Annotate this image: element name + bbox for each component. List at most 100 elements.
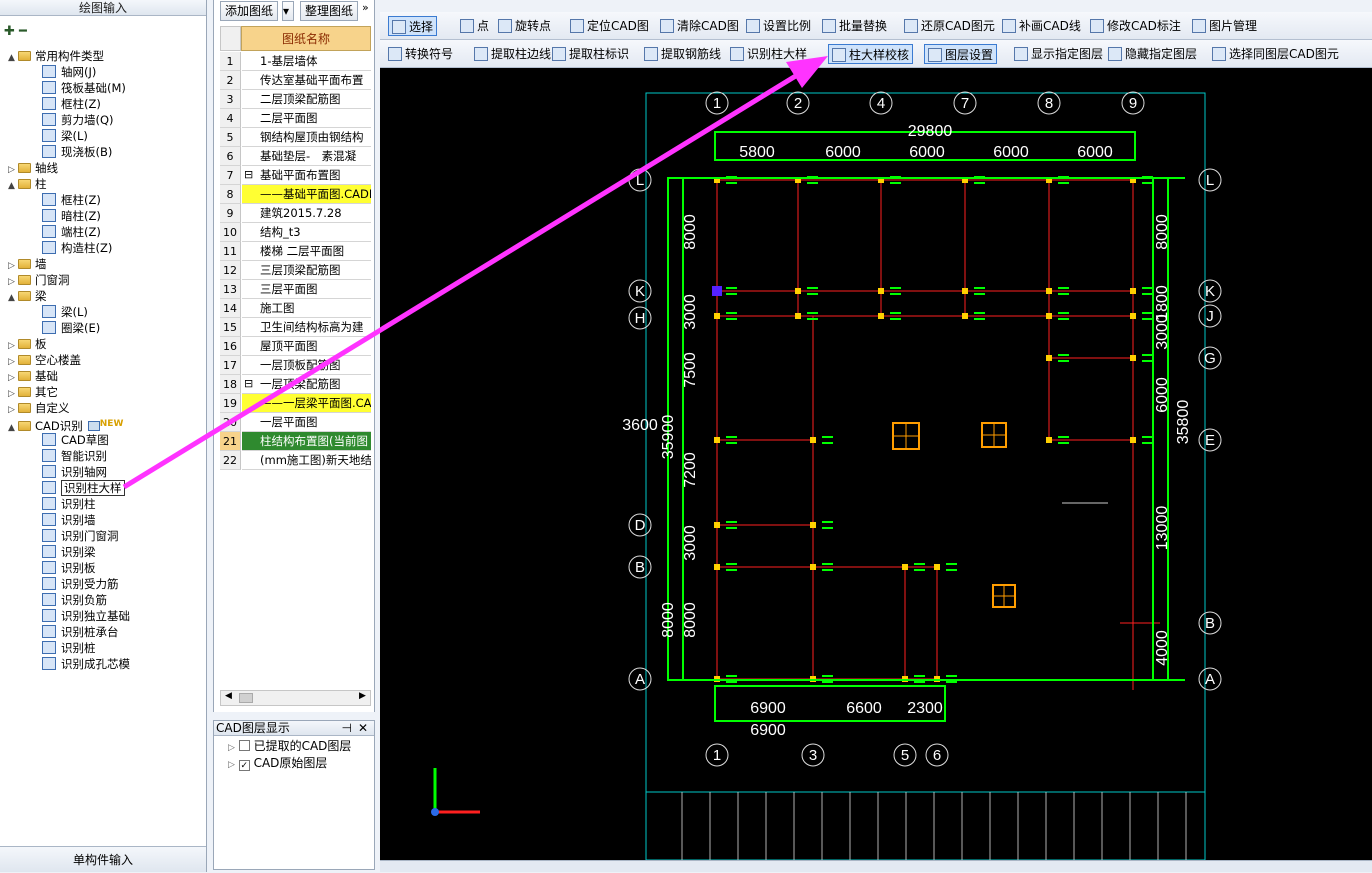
tree-item-24[interactable]: CAD草图 <box>42 432 109 448</box>
tree-item-19[interactable]: ▷ 空心楼盖 <box>8 352 81 368</box>
row-number[interactable]: 1 <box>220 52 241 71</box>
drawing-row[interactable]: 建筑2015.7.28 <box>242 204 371 223</box>
tree-item-4[interactable]: 剪力墙(Q) <box>42 112 114 128</box>
drawing-row[interactable]: ——基础平面图.CADI <box>242 185 371 204</box>
tree-item-15[interactable]: ▲ 梁 <box>8 288 47 304</box>
dropdown-icon[interactable]: ▾ <box>282 1 294 21</box>
expand-icon[interactable]: ▷ <box>228 743 235 753</box>
tool-toolbar1-8[interactable]: 补画CAD线 <box>1002 16 1081 36</box>
single-component-input-tab[interactable]: 单构件输入 <box>0 846 206 872</box>
row-number[interactable]: 2 <box>220 71 241 90</box>
tree-item-32[interactable]: 识别板 <box>42 560 96 576</box>
tree-item-37[interactable]: 识别桩 <box>42 640 96 656</box>
row-number[interactable]: 9 <box>220 204 241 223</box>
drawing-row[interactable]: 基础平面布置图 <box>242 166 371 185</box>
expand-toggle-icon[interactable]: ▲ <box>8 290 18 306</box>
scroll-thumb[interactable] <box>239 693 253 703</box>
row-number[interactable]: 6 <box>220 147 241 166</box>
row-number[interactable]: 13 <box>220 280 241 299</box>
row-number[interactable]: 5 <box>220 128 241 147</box>
drawing-row[interactable]: 楼梯 二层平面图 <box>242 242 371 261</box>
tool-toolbar1-3[interactable]: 定位CAD图 <box>570 16 649 36</box>
row-number[interactable]: 8 <box>220 185 241 204</box>
tree-item-27[interactable]: 识别柱大样 <box>42 480 125 496</box>
tool-toolbar2-6[interactable]: 图层设置 <box>924 44 998 64</box>
row-number[interactable]: 18 <box>220 375 241 394</box>
tool-toolbar1-5[interactable]: 设置比例 <box>746 16 811 36</box>
tool-toolbar2-8[interactable]: 隐藏指定图层 <box>1108 44 1197 64</box>
tree-item-0[interactable]: ▲ 常用构件类型 <box>8 48 104 64</box>
tree-item-26[interactable]: 识别轴网 <box>42 464 107 480</box>
cad-drawing[interactable]: 1 2 4 7 8 91 3 5 6LKHDBALKJGEBA298005800 6000 6000… <box>380 68 1372 860</box>
tool-toolbar2-7[interactable]: 显示指定图层 <box>1014 44 1103 64</box>
drawing-row[interactable]: 三层顶梁配筋图 <box>242 261 371 280</box>
drawing-row[interactable]: ——一层梁平面图.CADI <box>242 394 371 413</box>
close-icon[interactable]: ✕ <box>358 721 368 736</box>
tree-item-5[interactable]: 梁(L) <box>42 128 88 144</box>
tree-item-14[interactable]: ▷ 门窗洞 <box>8 272 70 288</box>
drawing-row[interactable]: 一层顶板配筋图 <box>242 356 371 375</box>
tree-item-34[interactable]: 识别负筋 <box>42 592 107 608</box>
tree-item-18[interactable]: ▷ 板 <box>8 336 47 352</box>
tree-item-9[interactable]: 框柱(Z) <box>42 192 101 208</box>
checkbox-checked[interactable]: ✓ <box>238 760 250 771</box>
row-number[interactable]: 15 <box>220 318 241 337</box>
tree-item-25[interactable]: 智能识别 <box>42 448 107 464</box>
tool-toolbar2-0[interactable]: 转换符号 <box>388 44 453 64</box>
tool-toolbar2-2[interactable]: 提取柱标识 <box>552 44 629 64</box>
row-number[interactable]: 21 <box>220 432 241 451</box>
tool-toolbar1-4[interactable]: 清除CAD图 <box>660 16 739 36</box>
tree-item-7[interactable]: ▷ 轴线 <box>8 160 58 176</box>
row-number[interactable]: 12 <box>220 261 241 280</box>
tool-toolbar2-5[interactable]: 柱大样校核 <box>828 44 914 64</box>
drawing-row[interactable]: 施工图 <box>242 299 371 318</box>
more-icon[interactable]: » <box>362 1 369 14</box>
row-number[interactable]: 22 <box>220 451 241 470</box>
tree-item-6[interactable]: 现浇板(B) <box>42 144 112 160</box>
organize-drawings-button[interactable]: 整理图纸 <box>300 1 359 21</box>
scroll-right-icon[interactable]: ▶ <box>359 691 366 701</box>
drawing-row[interactable]: 传达室基础平面布置 <box>242 71 371 90</box>
tree-item-31[interactable]: 识别梁 <box>42 544 96 560</box>
tree-item-17[interactable]: 圈梁(E) <box>42 320 100 336</box>
row-number[interactable]: 4 <box>220 109 241 128</box>
row-number[interactable]: 17 <box>220 356 241 375</box>
drawing-row[interactable]: (mm施工图)新天地结 <box>242 451 371 470</box>
add-drawing-button[interactable]: 添加图纸 <box>220 1 279 21</box>
tree-item-33[interactable]: 识别受力筋 <box>42 576 119 592</box>
expand-toggle-icon[interactable]: ▲ <box>8 178 18 194</box>
tool-toolbar1-6[interactable]: 批量替换 <box>822 16 887 36</box>
tool-toolbar2-3[interactable]: 提取钢筋线 <box>644 44 721 64</box>
tool-toolbar1-0[interactable]: 选择 <box>388 16 438 36</box>
tool-toolbar1-2[interactable]: 旋转点 <box>498 16 551 36</box>
tree-item-11[interactable]: 端柱(Z) <box>42 224 101 240</box>
drawing-row[interactable]: 一层顶梁配筋图 <box>242 375 371 394</box>
row-number[interactable]: 3 <box>220 90 241 109</box>
tool-toolbar1-9[interactable]: 修改CAD标注 <box>1090 16 1181 36</box>
row-number[interactable]: 14 <box>220 299 241 318</box>
cad-canvas[interactable]: 1 2 4 7 8 9 1 3 5 6 L K H D B A L K J G E B A 29800 5800 6000 6000… <box>380 68 1372 860</box>
drawing-row[interactable]: 二层顶梁配筋图 <box>242 90 371 109</box>
drawing-row[interactable]: 屋顶平面图 <box>242 337 371 356</box>
drawing-row[interactable]: 三层平面图 <box>242 280 371 299</box>
scroll-left-icon[interactable]: ◀ <box>225 691 232 701</box>
row-number[interactable]: 20 <box>220 413 241 432</box>
expand-toggle-icon[interactable]: ▲ <box>8 50 18 66</box>
tree-item-23[interactable]: ▲ CAD识别 NEW <box>8 416 123 433</box>
row-number[interactable]: 7 <box>220 166 241 185</box>
drawing-row[interactable]: 结构_t3 <box>242 223 371 242</box>
tree-item-3[interactable]: 框柱(Z) <box>42 96 101 112</box>
row-number[interactable]: 16 <box>220 337 241 356</box>
horizontal-scrollbar[interactable]: ◀ ▶ <box>220 690 371 706</box>
tool-toolbar2-1[interactable]: 提取柱边线 <box>474 44 551 64</box>
row-number[interactable]: 11 <box>220 242 241 261</box>
expand-toggle-icon[interactable]: ▲ <box>8 420 18 436</box>
layer-original[interactable]: ▷ ✓ CAD原始图层 <box>228 756 374 773</box>
tree-item-30[interactable]: 识别门窗洞 <box>42 528 119 544</box>
tree-item-10[interactable]: 暗柱(Z) <box>42 208 101 224</box>
tree-item-38[interactable]: 识别成孔芯模 <box>42 656 130 672</box>
tree-item-28[interactable]: 识别柱 <box>42 496 96 512</box>
drawing-name-header[interactable]: 图纸名称 <box>241 26 371 51</box>
drawing-row[interactable]: 柱结构布置图(当前图 <box>242 432 371 451</box>
tool-toolbar2-4[interactable]: 识别柱大样 <box>730 44 807 64</box>
